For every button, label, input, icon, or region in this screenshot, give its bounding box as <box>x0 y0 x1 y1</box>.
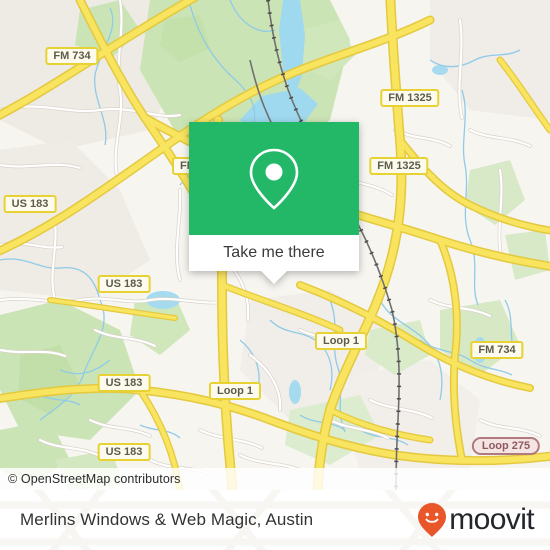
moovit-wordmark: moovit <box>449 503 534 536</box>
footer-bar: Merlins Windows & Web Magic, Austin moov… <box>0 490 550 550</box>
attribution-text: © OpenStreetMap contributors <box>8 472 181 486</box>
map-pin-icon <box>249 148 299 210</box>
map-attribution[interactable]: © OpenStreetMap contributors <box>0 468 550 490</box>
popup-pointer <box>261 271 287 284</box>
take-me-there-label: Take me there <box>223 244 325 261</box>
take-me-there-button[interactable]: Take me there <box>189 235 359 271</box>
map-screenshot: FM 734 FM 1325 FM 1325 FM US 183 US 183 … <box>0 0 550 550</box>
map-canvas[interactable]: FM 734 FM 1325 FM 1325 FM US 183 US 183 … <box>0 0 550 490</box>
moovit-pin-icon <box>418 503 447 537</box>
place-title-text: Merlins Windows & Web Magic, Austin <box>20 510 314 529</box>
popup-icon-area <box>189 122 359 235</box>
place-title: Merlins Windows & Web Magic, Austin <box>20 490 313 550</box>
moovit-brand[interactable]: moovit <box>417 490 535 550</box>
place-popup-card[interactable]: Take me there <box>189 122 359 284</box>
